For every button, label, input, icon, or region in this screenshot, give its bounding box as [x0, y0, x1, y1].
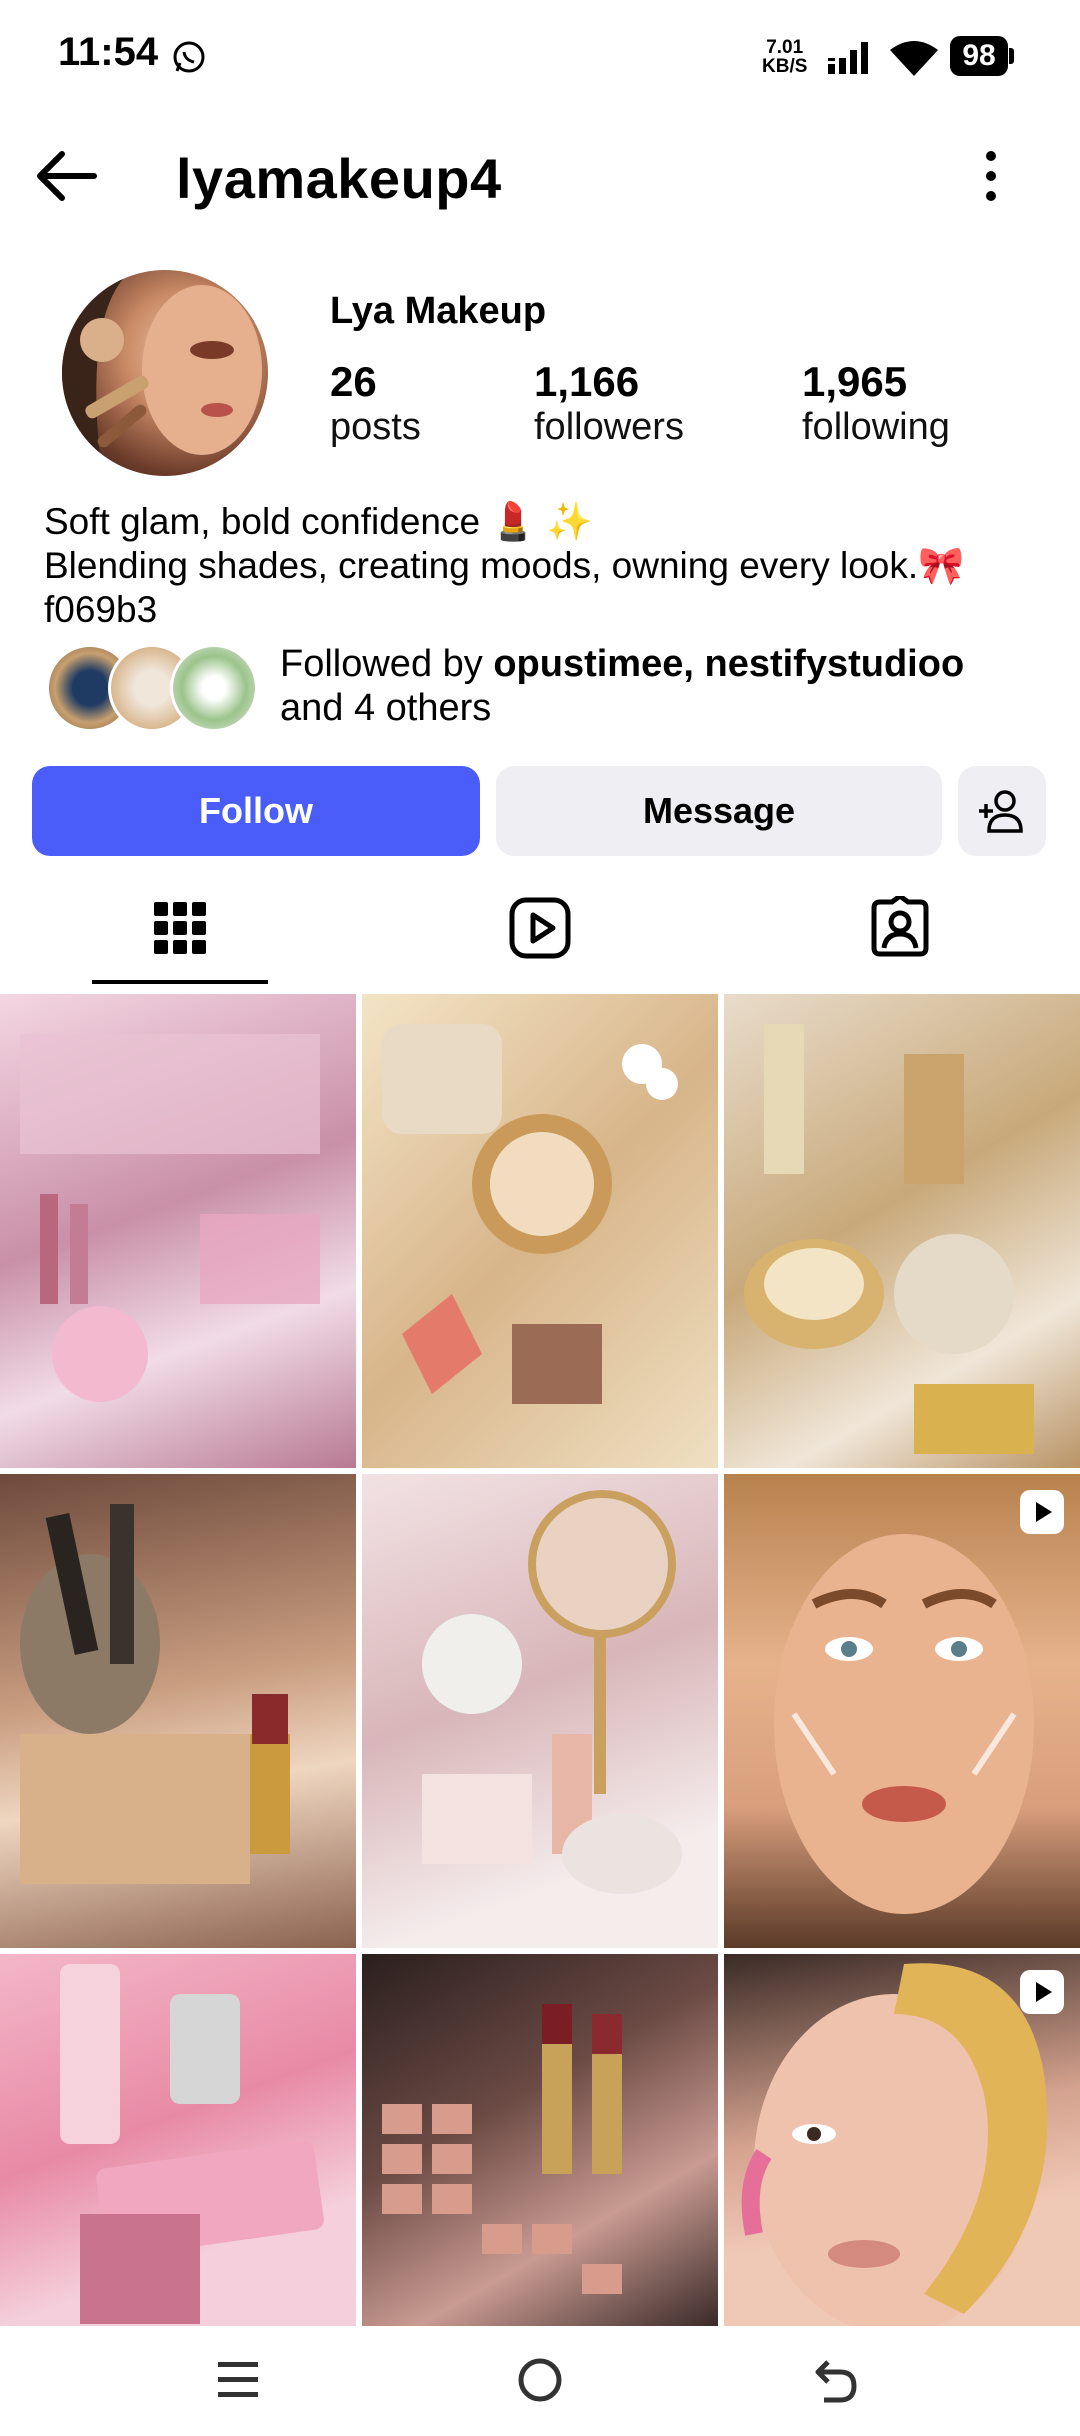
post-tile[interactable]	[724, 994, 1080, 1468]
stat-posts-value: 26	[330, 358, 377, 405]
more-vert-icon[interactable]	[976, 146, 1006, 206]
display-name: Lya Makeup	[330, 290, 547, 332]
profile-username: lyamakeup4	[176, 147, 502, 210]
post-image	[422, 1490, 682, 1894]
post-image	[20, 1034, 320, 1402]
post-tile[interactable]	[0, 994, 356, 1468]
followed-by-text[interactable]: Followed by opustimee, nestifystudioo an…	[280, 642, 1060, 730]
tab-tagged[interactable]	[720, 880, 1080, 976]
post-tile[interactable]	[724, 1474, 1080, 1948]
avatar[interactable]	[62, 270, 268, 476]
post-image	[60, 1964, 324, 2324]
stat-followers[interactable]: 1,166 followers	[534, 358, 684, 449]
post-image	[382, 1024, 678, 1404]
bio-line: Blending shades, creating moods, owning …	[44, 545, 965, 586]
grid-icon	[154, 902, 206, 954]
reel-badge-icon	[1020, 1970, 1064, 2014]
tab-reels[interactable]	[360, 880, 720, 976]
stat-followers-value: 1,166	[534, 358, 640, 405]
reels-icon	[509, 897, 571, 959]
follow-button[interactable]: Follow	[32, 766, 480, 856]
tab-grid[interactable]	[0, 880, 360, 976]
stat-followers-label: followers	[534, 406, 684, 448]
selected-tab-indicator	[92, 980, 268, 984]
battery-level: 98	[950, 36, 1008, 76]
post-tile[interactable]	[0, 1954, 356, 2326]
mutual-avatar	[170, 644, 258, 732]
back-nav-icon[interactable]	[814, 2356, 858, 2404]
message-button[interactable]: Message	[496, 766, 942, 856]
followed-by-names: opustimee, nestifystudioo	[493, 643, 965, 685]
post-tile[interactable]	[724, 1954, 1080, 2326]
post-tile[interactable]	[362, 1954, 718, 2326]
bio-line: Soft glam, bold confidence 💄 ✨	[44, 501, 593, 542]
tagged-icon	[871, 896, 929, 957]
post-tile[interactable]	[0, 1474, 356, 1948]
network-speed: 7.01 KB/S	[762, 37, 808, 77]
recent-apps-icon[interactable]	[216, 2360, 260, 2400]
bio: Soft glam, bold confidence 💄 ✨ Blending …	[44, 500, 1054, 632]
stat-following-label: following	[802, 406, 950, 448]
bio-link[interactable]: f069b3	[44, 588, 1054, 632]
status-time: 11:54	[58, 30, 159, 74]
post-image	[382, 2004, 622, 2294]
back-arrow-icon[interactable]	[34, 148, 98, 204]
post-image	[20, 1504, 290, 1884]
add-person-icon	[979, 790, 1023, 833]
post-tile[interactable]	[362, 994, 718, 1468]
suggest-user-button[interactable]	[958, 766, 1046, 856]
stat-following-value: 1,965	[802, 358, 908, 405]
stat-posts: 26 posts	[330, 358, 421, 449]
stat-posts-label: posts	[330, 406, 421, 448]
reel-badge-icon	[1020, 1490, 1064, 1534]
signal-icon	[828, 42, 868, 74]
post-tile[interactable]	[362, 1474, 718, 1948]
whatsapp-icon	[173, 41, 205, 73]
wifi-icon	[890, 41, 938, 76]
system-nav-bar	[0, 2326, 1080, 2436]
post-image	[774, 1534, 1034, 1914]
mutual-followers-avatars[interactable]	[46, 644, 258, 732]
home-icon[interactable]	[516, 2356, 564, 2404]
stat-following[interactable]: 1,965 following	[802, 358, 950, 449]
post-image	[744, 1024, 1034, 1454]
battery-icon: 98	[950, 36, 1014, 76]
